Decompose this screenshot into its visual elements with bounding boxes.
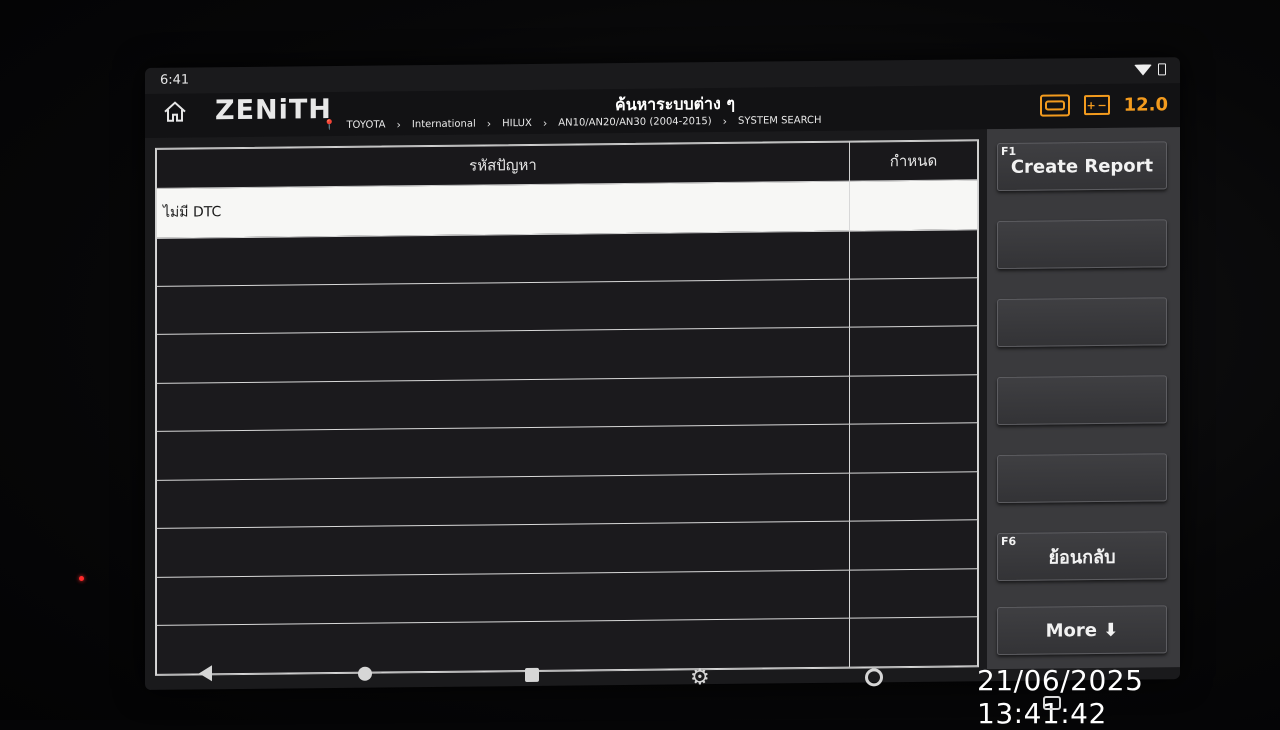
button-label: ย้อนกลับ — [1048, 546, 1116, 569]
breadcrumb: 📍 TOYOTA › International › HILUX › AN10/… — [323, 114, 822, 132]
dtc-definition-cell — [849, 179, 978, 231]
table-row-empty — [156, 568, 978, 626]
gear-icon[interactable]: ⚙ — [690, 665, 710, 690]
button-label: More ⬇ — [1045, 619, 1119, 642]
function-key-label: F6 — [1001, 534, 1017, 549]
table-row-empty — [156, 520, 978, 578]
table-row-empty — [156, 326, 978, 384]
breadcrumb-item-current: SYSTEM SEARCH — [738, 114, 822, 127]
home-circle-icon[interactable] — [358, 666, 372, 681]
battery-status-icon — [1158, 63, 1166, 76]
column-header-definition: กำหนด — [849, 140, 978, 182]
function-button-empty[interactable] — [997, 375, 1167, 426]
vci-connection-icon[interactable] — [1039, 94, 1070, 117]
clock: 6:41 — [160, 72, 190, 88]
breadcrumb-item[interactable]: AN10/AN20/AN30 (2004-2015) — [558, 116, 711, 129]
chevron-right-icon: › — [486, 117, 492, 131]
table-row-empty — [156, 277, 978, 335]
function-key-label: F1 — [1001, 144, 1017, 159]
photo-timestamp: 21/06/2025 13:41:42 — [977, 664, 1144, 730]
back-icon[interactable] — [199, 665, 212, 682]
system-icons — [1134, 63, 1166, 76]
more-button[interactable]: More ⬇ — [997, 605, 1167, 656]
home-icon[interactable] — [161, 98, 189, 126]
header-status: + − 12.0 — [1039, 93, 1168, 117]
battery-voltage: 12.0 — [1123, 93, 1168, 116]
function-button-empty[interactable] — [997, 453, 1167, 504]
device-screen: 6:41 ZENiTH ค้นหาระบบต่าง ๆ 📍 TOYOTA › I… — [145, 57, 1180, 690]
location-pin-icon: 📍 — [323, 120, 336, 132]
function-button-empty[interactable] — [997, 297, 1167, 348]
dtc-table: รหัสปัญหา กำหนด ไม่มี DTC — [155, 139, 979, 676]
function-key-panel: F1 Create Report F6 ย้อนกลับ More ⬇ — [987, 127, 1180, 670]
chevron-right-icon: › — [396, 118, 401, 132]
screenshot-icon[interactable] — [1043, 696, 1061, 710]
breadcrumb-item[interactable]: International — [412, 119, 476, 131]
table-row-empty — [156, 471, 978, 529]
breadcrumb-item[interactable]: HILUX — [502, 118, 532, 129]
zenith-logo: ZENiTH — [215, 94, 332, 127]
dtc-code-cell: ไม่มี DTC — [156, 181, 850, 238]
chevron-right-icon: › — [542, 116, 548, 130]
wifi-icon — [1134, 63, 1152, 76]
table-row-empty — [156, 374, 978, 432]
table-row-empty — [156, 423, 978, 481]
breadcrumb-item[interactable]: TOYOTA — [346, 119, 385, 130]
table-row[interactable]: ไม่มี DTC — [156, 179, 978, 238]
power-led — [79, 576, 84, 581]
back-button[interactable]: F6 ย้อนกลับ — [997, 531, 1167, 582]
create-report-button[interactable]: F1 Create Report — [997, 141, 1167, 192]
chevron-right-icon: › — [722, 114, 728, 128]
function-button-empty[interactable] — [997, 219, 1167, 270]
recent-apps-icon[interactable] — [525, 667, 539, 683]
table-row-empty — [156, 229, 978, 287]
button-label: Create Report — [1010, 154, 1154, 178]
browser-icon[interactable] — [865, 668, 883, 687]
car-battery-icon: + − — [1083, 94, 1110, 116]
